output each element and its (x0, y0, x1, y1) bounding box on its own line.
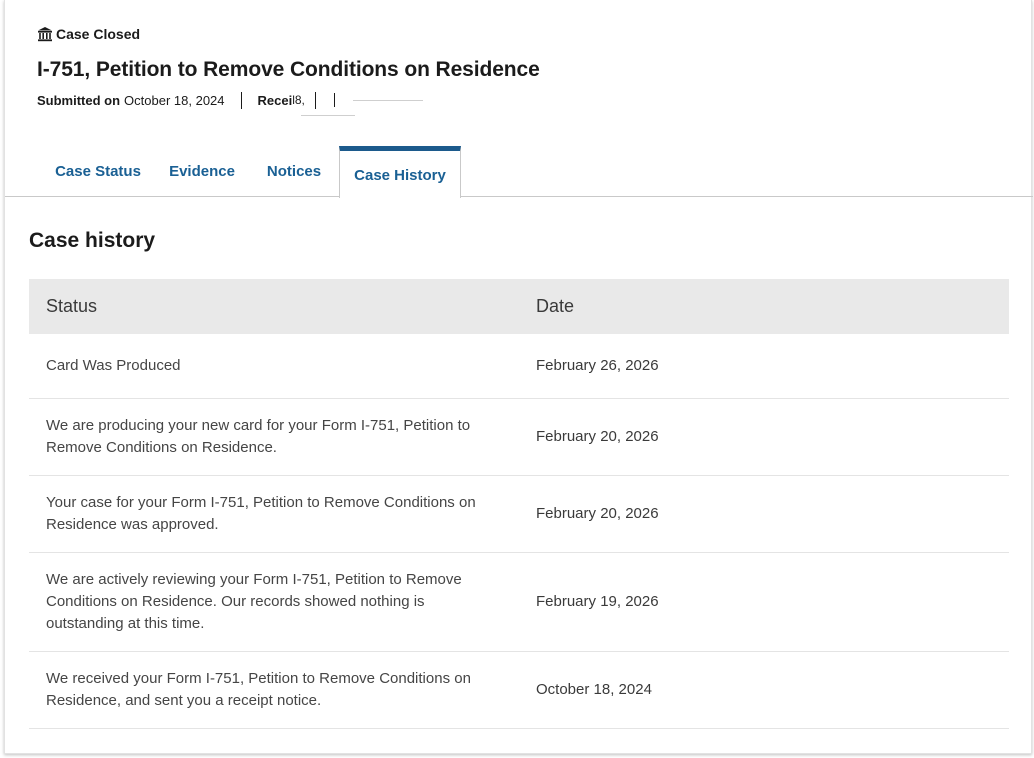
redaction-mark (301, 115, 355, 116)
receipt-label: Recei (257, 92, 293, 108)
case-status-label: Case Closed (56, 26, 141, 42)
receipt-partial: l8, (292, 93, 305, 107)
table-row: We are producing your new card for your … (29, 398, 1009, 476)
case-status-line: Case Closed (37, 24, 1011, 44)
row-date: February 20, 2026 (519, 475, 1009, 553)
table-row: We are actively reviewing your Form I-75… (29, 552, 1009, 652)
row-status: We received your Form I-751, Petition to… (29, 651, 519, 729)
table-row: We received your Form I-751, Petition to… (29, 651, 1009, 729)
case-title: I-751, Petition to Remove Conditions on … (37, 58, 540, 81)
row-date: October 18, 2024 (519, 651, 1009, 729)
case-history-table: Status Date Card Was Produced February 2… (29, 279, 1009, 729)
tab-evidence[interactable]: Evidence (164, 146, 240, 197)
tab-case-status[interactable]: Case Status (51, 146, 145, 197)
bank-building-icon (38, 27, 52, 42)
row-date: February 20, 2026 (519, 398, 1009, 476)
row-date: February 19, 2026 (519, 552, 1009, 652)
redaction-mark (352, 99, 423, 101)
row-status: We are producing your new card for your … (29, 398, 519, 476)
meta-divider (240, 91, 242, 109)
section-heading: Case history (29, 229, 156, 252)
row-status: Card Was Produced (29, 334, 519, 399)
redaction-mark (333, 93, 335, 107)
row-date: February 26, 2026 (519, 334, 1009, 399)
column-header-status: Status (46, 296, 98, 316)
case-tabs: Case Status Evidence Notices Case Histor… (5, 146, 1033, 198)
row-status: We are actively reviewing your Form I-75… (29, 552, 519, 652)
tab-case-history[interactable]: Case History (339, 146, 461, 198)
row-status: Your case for your Form I-751, Petition … (29, 475, 519, 553)
submitted-label: Submitted on (37, 92, 121, 108)
case-header: Case Closed I-751, Petition to Remove Co… (37, 24, 1011, 116)
case-card: Case Closed I-751, Petition to Remove Co… (4, 0, 1033, 754)
meta-divider (314, 91, 316, 109)
submitted-date: October 18, 2024 (124, 92, 225, 108)
case-meta: Submitted on October 18, 2024 Recei l8, (37, 91, 1011, 109)
table-row: Card Was Produced February 26, 2026 (29, 334, 1009, 399)
tab-notices[interactable]: Notices (262, 146, 326, 197)
table-row: Your case for your Form I-751, Petition … (29, 475, 1009, 553)
table-header-row: Status Date (29, 279, 1009, 334)
column-header-date: Date (536, 296, 575, 316)
